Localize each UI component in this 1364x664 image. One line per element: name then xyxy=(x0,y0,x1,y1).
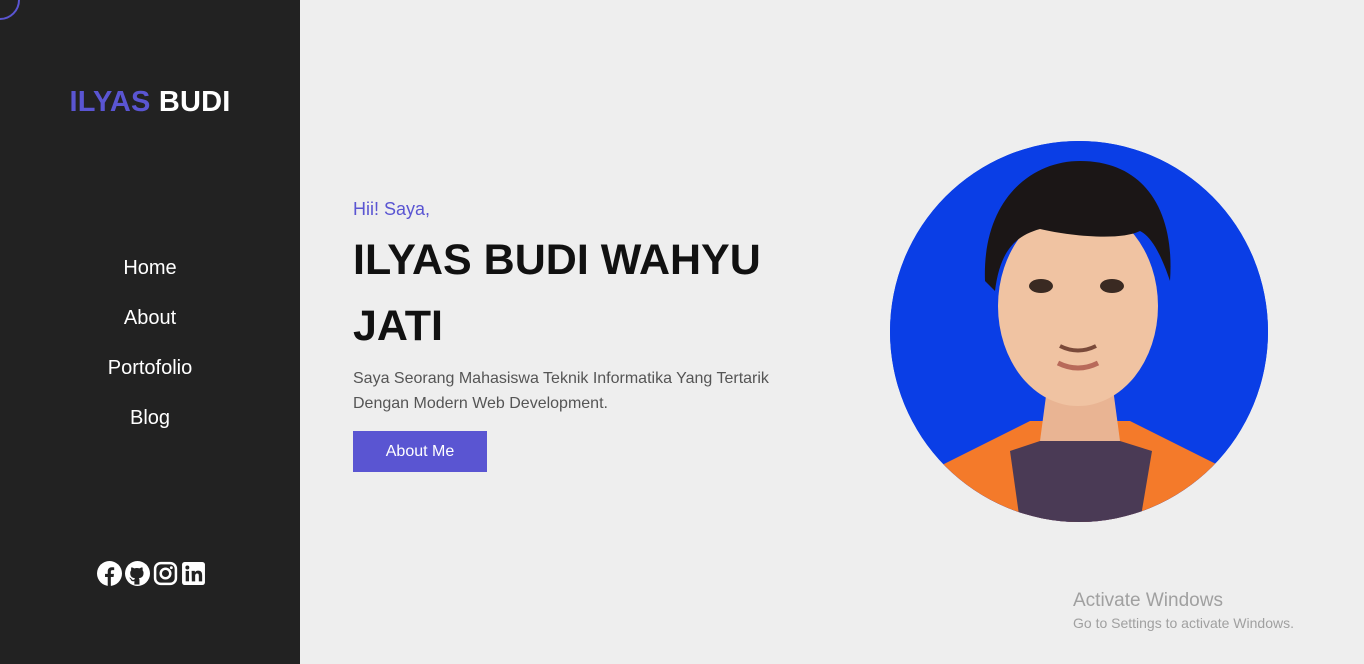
nav-link-about[interactable]: About xyxy=(124,307,176,329)
nav-item-portofolio: Portofolio xyxy=(0,354,300,404)
nav-link-blog[interactable]: Blog xyxy=(130,407,170,429)
nav-item-home: Home xyxy=(0,254,300,304)
hero-name: ILYAS BUDI WAHYU JATI xyxy=(353,236,761,350)
about-me-button[interactable]: About Me xyxy=(353,431,487,472)
brand-logo[interactable]: ILYAS BUDI xyxy=(0,86,300,119)
brand-first: ILYAS xyxy=(69,86,151,118)
sidebar: ILYAS BUDI Home About Portofolio Blog xyxy=(0,0,300,664)
nav-item-about: About xyxy=(0,304,300,354)
social-links xyxy=(97,561,206,586)
brand-last: BUDI xyxy=(158,86,231,118)
instagram-icon[interactable] xyxy=(153,561,178,586)
github-icon[interactable] xyxy=(125,561,150,586)
hero-section: Hii! Saya, ILYAS BUDI WAHYU JATI Saya Se… xyxy=(300,0,1364,664)
profile-photo xyxy=(890,141,1268,522)
nav-link-portofolio[interactable]: Portofolio xyxy=(108,357,193,379)
watermark-title: Activate Windows xyxy=(1073,590,1223,611)
corner-toggle[interactable] xyxy=(0,0,20,20)
hero-description: Saya Seorang Mahasiswa Teknik Informatik… xyxy=(353,370,769,412)
nav-link-home[interactable]: Home xyxy=(123,257,176,279)
linkedin-icon[interactable] xyxy=(181,561,206,586)
watermark-subtitle: Go to Settings to activate Windows. xyxy=(1073,615,1294,631)
hero-greeting: Hii! Saya, xyxy=(353,199,431,219)
nav-item-blog: Blog xyxy=(0,404,300,454)
windows-activation-watermark: Activate Windows Go to Settings to activ… xyxy=(1073,589,1294,633)
facebook-icon[interactable] xyxy=(97,561,122,586)
main-nav: Home About Portofolio Blog xyxy=(0,254,300,454)
